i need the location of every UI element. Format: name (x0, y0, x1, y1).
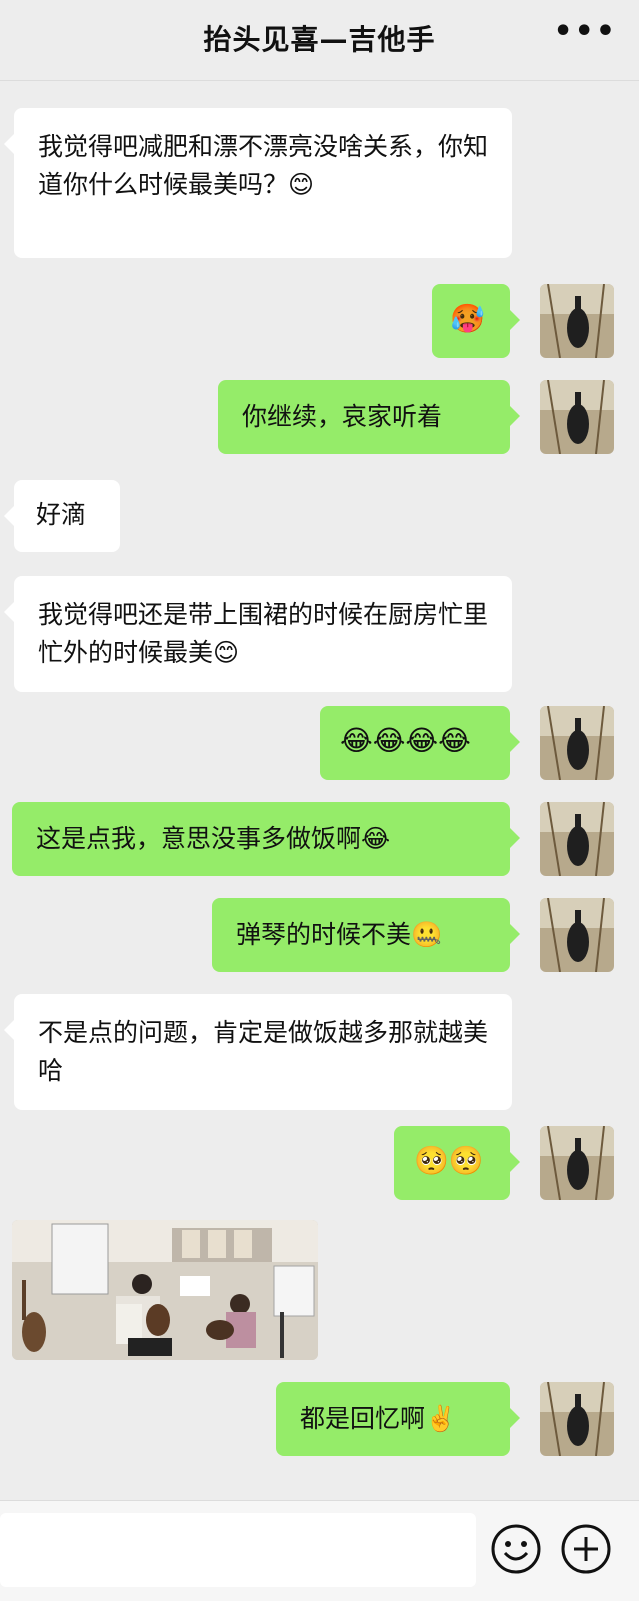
message-bubble[interactable]: 都是回忆啊✌️ (276, 1382, 520, 1456)
message-bubble[interactable]: 我觉得吧还是带上围裙的时候在厨房忙里忙外的时候最美😊 (4, 576, 512, 692)
chat-header: 抬头见喜—吉他手 ••• (0, 0, 639, 81)
message-bubble[interactable]: 不是点的问题，肯定是做饭越多那就越美哈 (4, 994, 512, 1110)
shared-photo[interactable] (12, 1220, 318, 1360)
message-input[interactable] (0, 1513, 476, 1587)
message-bubble[interactable]: 你继续，哀家听着 (218, 380, 520, 454)
message-bubble[interactable]: 这是点我，意思没事多做饭啊😂 (12, 802, 520, 876)
input-bar (0, 1500, 639, 1601)
user-avatar[interactable] (540, 898, 614, 972)
message-bubble[interactable]: 我觉得吧减肥和漂不漂亮没啥关系，你知道你什么时候最美吗？😊 (4, 108, 512, 258)
message-list[interactable]: 我觉得吧减肥和漂不漂亮没啥关系，你知道你什么时候最美吗？😊 🥵 你继续，哀家听着… (0, 80, 639, 1500)
user-avatar[interactable] (540, 1382, 614, 1456)
plus-circle-icon[interactable] (560, 1523, 612, 1575)
user-avatar[interactable] (540, 706, 614, 780)
user-avatar[interactable] (540, 284, 614, 358)
chat-title: 抬头见喜—吉他手 (203, 23, 436, 56)
message-bubble[interactable]: 好滴 (4, 480, 120, 552)
message-bubble[interactable]: 🥵 (432, 284, 520, 358)
message-bubble[interactable]: 😂😂😂😂 (320, 706, 520, 780)
user-avatar[interactable] (540, 380, 614, 454)
smiley-icon[interactable] (490, 1523, 542, 1575)
message-bubble[interactable]: 🥺🥺 (394, 1126, 520, 1200)
user-avatar[interactable] (540, 802, 614, 876)
message-bubble[interactable]: 弹琴的时候不美🤐 (212, 898, 520, 972)
user-avatar[interactable] (540, 1126, 614, 1200)
more-options-icon[interactable]: ••• (553, 12, 617, 52)
